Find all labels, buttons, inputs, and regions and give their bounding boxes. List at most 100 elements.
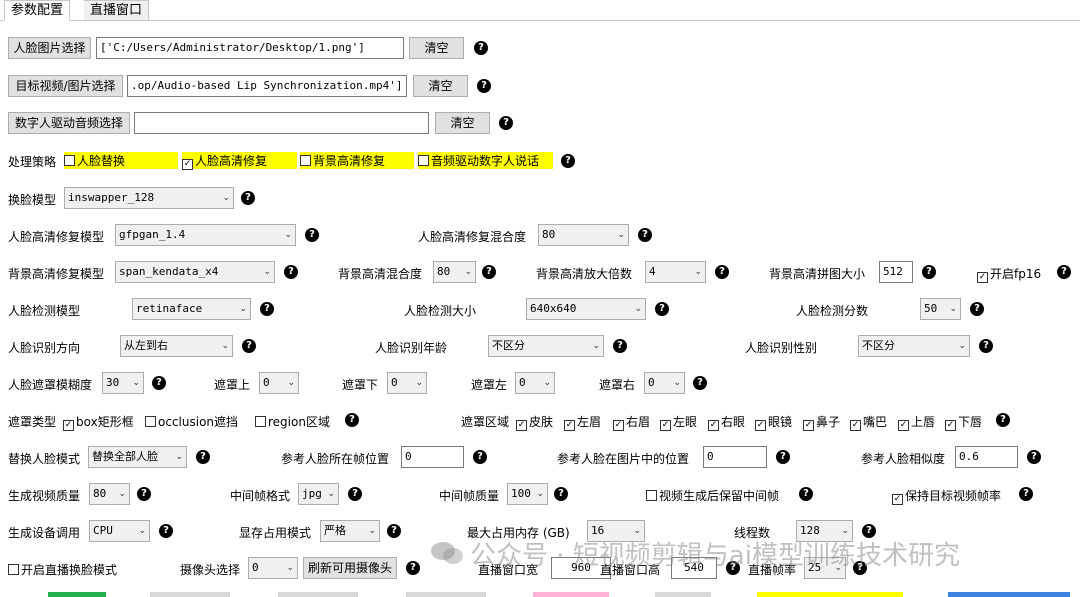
mask-region-upper-lip-checkbox[interactable]: ✓ 上唇 [898,413,935,431]
help-icon[interactable]: ? [1019,487,1033,501]
help-icon[interactable]: ? [922,265,936,279]
vram-mode-select[interactable]: 严格 ⌄ [320,520,380,542]
strategy-face-enhance-checkbox[interactable]: ✓ 人脸高清修复 [182,152,297,170]
action-button-gray[interactable] [406,592,486,597]
action-button-blue[interactable] [948,592,1070,597]
mask-top-select[interactable]: 0 ⌄ [259,372,299,394]
help-icon[interactable]: ? [776,450,790,464]
help-icon[interactable]: ? [561,154,575,168]
mask-right-select[interactable]: 0 ⌄ [644,372,685,394]
tab-params[interactable]: 参数配置 [4,0,71,21]
help-icon[interactable]: ? [474,41,488,55]
face-image-clear-button[interactable]: 清空 [409,37,464,59]
keep-frames-checkbox[interactable]: 视频生成后保留中间帧 [646,487,779,504]
ref-pos-input[interactable]: 0 [703,446,767,468]
strategy-bg-enhance-checkbox[interactable]: 背景高清修复 [300,152,414,169]
help-icon[interactable]: ? [159,524,173,538]
mask-blur-select[interactable]: 30 ⌄ [102,372,144,394]
audio-select-button[interactable]: 数字人驱动音频选择 [8,112,130,134]
help-icon[interactable]: ? [499,116,513,130]
help-icon[interactable]: ? [473,450,487,464]
replace-mode-select[interactable]: 替换全部人脸 ⌄ [88,446,187,468]
mask-region-right-brow-checkbox[interactable]: ✓ 右眉 [613,413,650,431]
mask-region-right-eye-checkbox[interactable]: ✓ 右眼 [708,413,745,431]
mask-left-select[interactable]: 0 ⌄ [515,372,555,394]
target-video-select-button[interactable]: 目标视频/图片选择 [8,75,123,97]
recog-gender-select[interactable]: 不区分 ⌄ [858,335,970,357]
detect-size-select[interactable]: 640x640 ⌄ [526,298,646,320]
ref-sim-input[interactable]: 0.6 [955,446,1018,468]
face-image-select-button[interactable]: 人脸图片选择 [8,37,91,59]
help-icon[interactable]: ? [613,339,627,353]
help-icon[interactable]: ? [345,413,359,427]
help-icon[interactable]: ? [655,302,669,316]
strategy-face-swap-checkbox[interactable]: 人脸替换 [64,152,178,169]
help-icon[interactable]: ? [196,450,210,464]
action-button-pink[interactable] [533,592,609,597]
mask-type-occlusion-checkbox[interactable]: occlusion遮挡 [145,413,238,430]
recog-dir-select[interactable]: 从左到右 ⌄ [120,335,233,357]
target-video-path-input[interactable]: .op/Audio-based Lip Synchronization.mp4'… [127,75,407,97]
device-select[interactable]: CPU ⌄ [89,520,150,542]
mask-type-region-checkbox[interactable]: region区域 [255,413,330,430]
help-icon[interactable]: ? [241,191,255,205]
keep-fps-checkbox[interactable]: ✓ 保持目标视频帧率 [892,487,1001,505]
detect-score-select[interactable]: 50 ⌄ [920,298,961,320]
help-icon[interactable]: ? [638,228,652,242]
face-image-path-input[interactable]: ['C:/Users/Administrator/Desktop/1.png'] [96,37,404,59]
bg-tile-input[interactable]: 512 [879,261,913,283]
help-icon[interactable]: ? [242,339,256,353]
tab-live[interactable]: 直播窗口 [84,0,150,21]
audio-path-input[interactable] [134,112,429,134]
help-icon[interactable]: ? [979,339,993,353]
mask-region-glasses-checkbox[interactable]: ✓ 眼镜 [755,413,792,431]
ref-frame-input[interactable]: 0 [401,446,464,468]
mask-region-left-eye-checkbox[interactable]: ✓ 左眼 [660,413,697,431]
help-icon[interactable]: ? [406,561,420,575]
target-video-clear-button[interactable]: 清空 [413,75,468,97]
video-quality-select[interactable]: 80 ⌄ [89,483,130,505]
live-mode-checkbox[interactable]: 开启直播换脸模式 [8,561,117,578]
mask-region-nose-checkbox[interactable]: ✓ 鼻子 [803,413,840,431]
strategy-audio-driven-checkbox[interactable]: 音频驱动数字人说话 [418,152,553,169]
frame-quality-select[interactable]: 100 ⌄ [507,483,548,505]
face-enhance-model-select[interactable]: gfpgan_1.4 ⌄ [115,224,296,246]
detect-model-select[interactable]: retinaface ⌄ [132,298,251,320]
help-icon[interactable]: ? [554,487,568,501]
frame-format-select[interactable]: jpg ⌄ [298,483,339,505]
action-button-yellow[interactable] [757,592,903,597]
action-button-gray[interactable] [278,592,358,597]
help-icon[interactable]: ? [715,265,729,279]
mask-region-lower-lip-checkbox[interactable]: ✓ 下唇 [945,413,982,431]
bg-scale-select[interactable]: 4 ⌄ [645,261,706,283]
camera-select[interactable]: 0 ⌄ [248,557,298,579]
bg-blend-select[interactable]: 80 ⌄ [433,261,476,283]
help-icon[interactable]: ? [348,487,362,501]
mask-type-box-checkbox[interactable]: ✓ box矩形框 [63,413,134,431]
action-button-gray[interactable] [150,592,230,597]
help-icon[interactable]: ? [284,265,298,279]
mask-region-skin-checkbox[interactable]: ✓ 皮肤 [516,413,553,431]
face-enhance-blend-select[interactable]: 80 ⌄ [538,224,629,246]
help-icon[interactable]: ? [693,376,707,390]
mask-region-mouth-checkbox[interactable]: ✓ 嘴巴 [850,413,887,431]
fp16-checkbox[interactable]: ✓ 开启fp16 [977,265,1041,283]
help-icon[interactable]: ? [387,524,401,538]
bg-enhance-model-select[interactable]: span_kendata_x4 ⌄ [115,261,275,283]
action-button-green[interactable] [48,592,106,597]
mask-bottom-select[interactable]: 0 ⌄ [387,372,427,394]
help-icon[interactable]: ? [1057,265,1071,279]
help-icon[interactable]: ? [799,487,813,501]
help-icon[interactable]: ? [477,79,491,93]
help-icon[interactable]: ? [152,376,166,390]
help-icon[interactable]: ? [1027,450,1041,464]
help-icon[interactable]: ? [137,487,151,501]
help-icon[interactable]: ? [996,413,1010,427]
action-button-gray[interactable] [655,592,711,597]
help-icon[interactable]: ? [482,265,496,279]
refresh-camera-button[interactable]: 刷新可用摄像头 [303,557,397,579]
recog-age-select[interactable]: 不区分 ⌄ [488,335,604,357]
audio-clear-button[interactable]: 清空 [435,112,490,134]
help-icon[interactable]: ? [970,302,984,316]
mask-region-left-brow-checkbox[interactable]: ✓ 左眉 [564,413,601,431]
